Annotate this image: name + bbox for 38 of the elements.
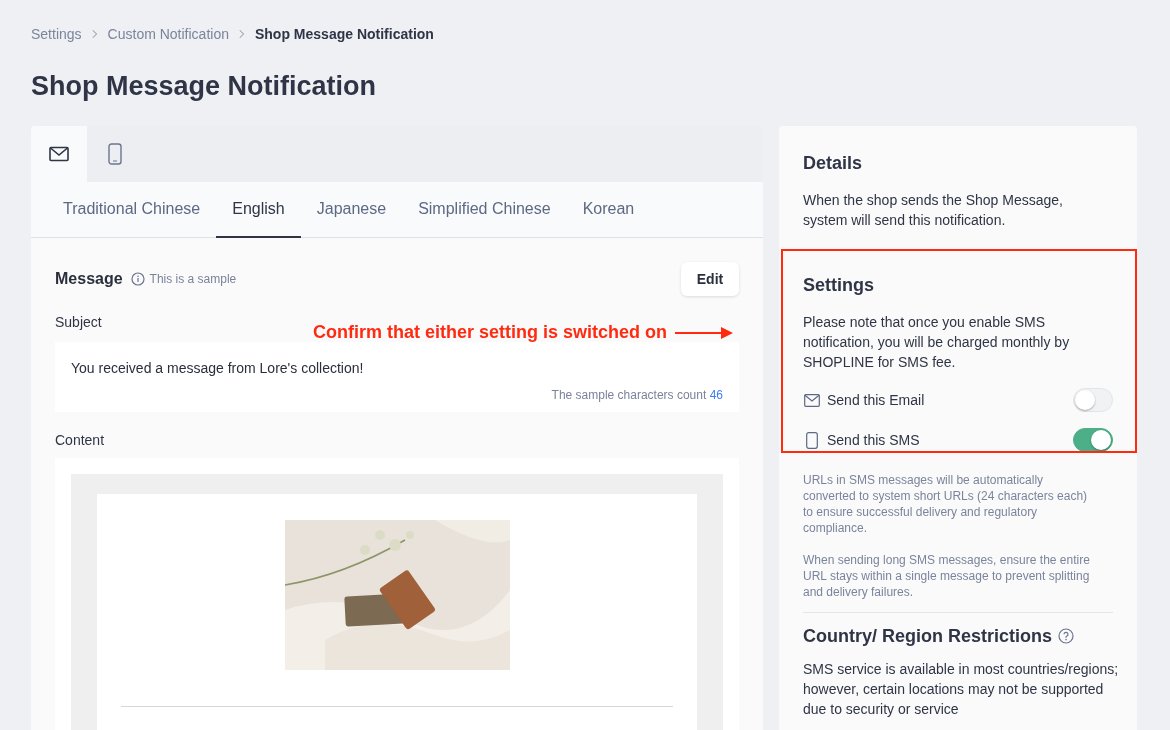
edit-button[interactable]: Edit: [681, 262, 739, 296]
help-icon[interactable]: [1058, 628, 1075, 644]
breadcrumb-link[interactable]: Custom Notification: [107, 23, 229, 45]
breadcrumb-current: Shop Message Notification: [255, 24, 434, 44]
count-label: The sample characters count: [551, 388, 707, 402]
section-title: Settings: [803, 274, 875, 296]
mail-icon: [804, 393, 820, 407]
mail-icon: [49, 146, 69, 162]
note-text: When sending long SMS messages, ensure the entire URL stays within a single message to prevent splitting and delivery failures.: [803, 552, 1091, 600]
toggle-switch[interactable]: [1073, 428, 1113, 452]
field-label: Content: [55, 431, 105, 450]
field-label: Subject: [55, 313, 102, 332]
section-title: Message: [55, 269, 123, 289]
note-text: URLs in SMS messages will be automatically converted to system short URLs (24 characters each) to ensure successful delivery and regulatory compliance.: [803, 472, 1089, 536]
details-text: When the shop sends the Shop Message, system will send this notification.: [803, 191, 1064, 230]
section-title: Country/ Region Restrictions: [803, 625, 1053, 647]
toggle-label: Send this Email: [827, 390, 925, 410]
language-tab[interactable]: Korean: [566, 182, 651, 238]
annotation-text: Confirm that either setting is switched on: [313, 321, 668, 344]
section-title: Details: [803, 152, 864, 174]
restrictions-text: SMS service is available in most countries/regions; however, certain locations may not be supported due to security or service: [803, 660, 1119, 719]
phone-icon: [806, 431, 818, 449]
chevron-icon: [91, 29, 98, 39]
language-tab[interactable]: English: [216, 182, 301, 238]
language-tab[interactable]: Japanese: [300, 182, 403, 238]
chevron-icon: [239, 29, 245, 39]
info-icon: [130, 272, 145, 286]
toggle-label: Send this SMS: [827, 430, 920, 450]
language-tab[interactable]: Simplified Chinese: [402, 182, 567, 238]
subject-text: You received a message from Lore's collection!: [71, 359, 365, 378]
count-value: 46: [709, 388, 723, 402]
page-title: Shop Message Notification: [31, 70, 378, 103]
settings-text: Please note that once you enable SMS notification, you will be charged monthly by SHOPLINE for SMS fee.: [803, 313, 1071, 372]
breadcrumb-link[interactable]: Settings: [31, 23, 82, 45]
hint-text: This is a sample: [149, 271, 237, 288]
language-tab[interactable]: Traditional Chinese: [47, 182, 217, 238]
annotation-arrow: [675, 326, 734, 339]
phone-icon: [108, 143, 122, 165]
